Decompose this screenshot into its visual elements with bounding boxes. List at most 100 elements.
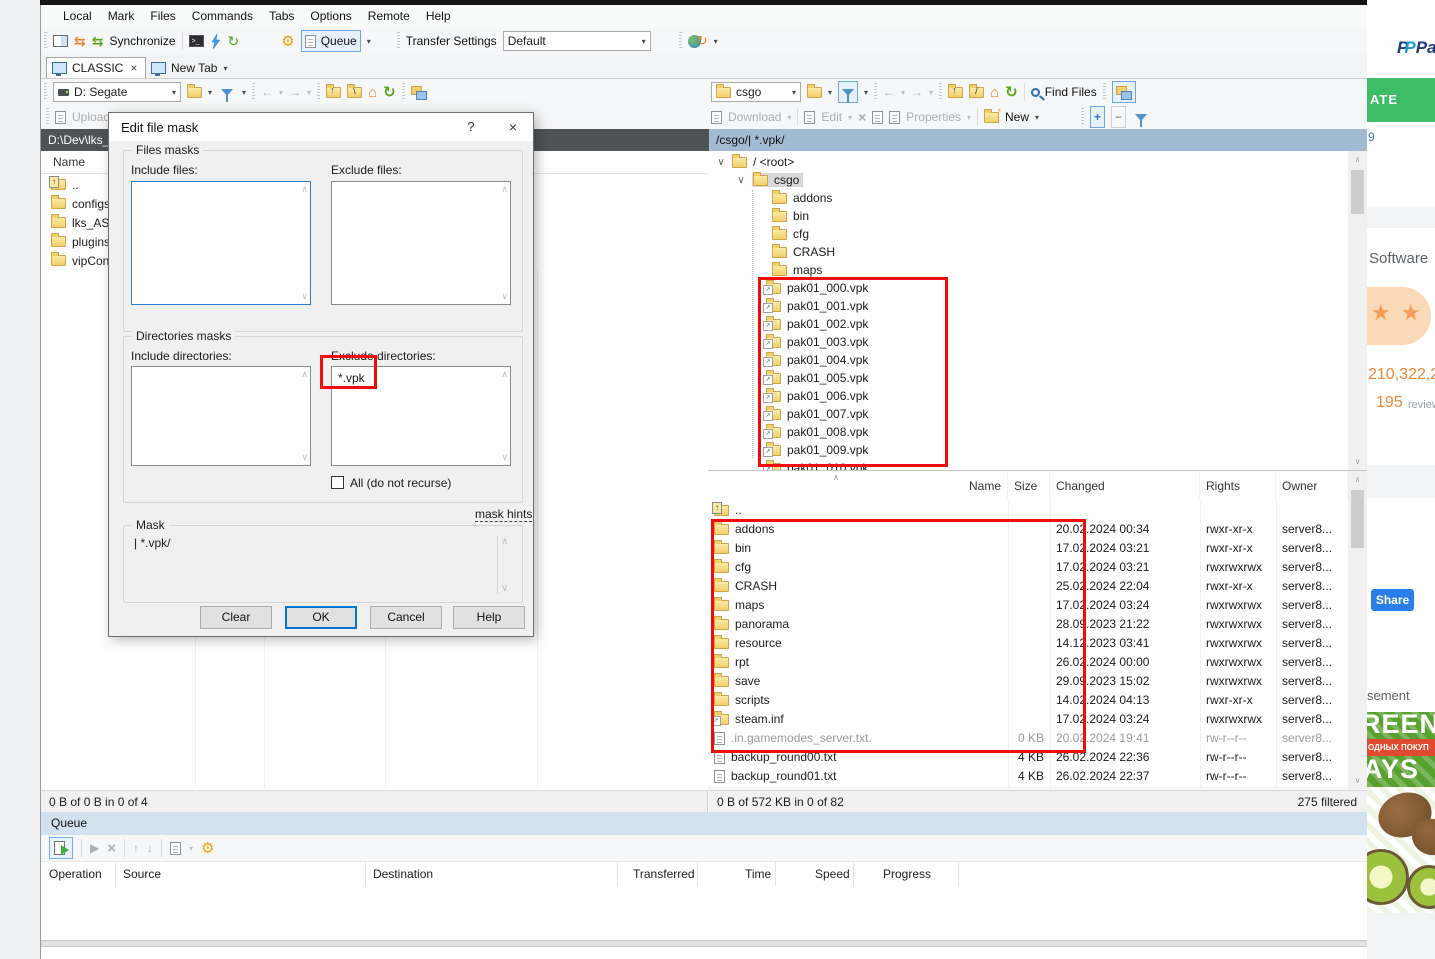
filter-dropdown[interactable]: ▾ — [242, 88, 246, 97]
column-header[interactable]: Changed — [1050, 471, 1200, 501]
menu-mark[interactable]: Mark — [100, 9, 143, 23]
column-header[interactable]: Destination — [373, 862, 433, 886]
open-directory-dropdown[interactable]: ▾ — [828, 88, 832, 97]
edit-button[interactable]: Edit — [821, 110, 842, 124]
tree-expanded-icon[interactable]: ∨ — [736, 175, 746, 186]
column-header[interactable]: Source — [123, 862, 161, 886]
filter-button-left[interactable] — [218, 81, 236, 103]
tree-expanded-icon[interactable]: ∨ — [716, 157, 726, 168]
column-header[interactable]: Progress — [883, 862, 931, 886]
menu-local[interactable]: Local — [55, 9, 100, 23]
help-button[interactable]: Help — [453, 606, 525, 629]
scroll-down-icon[interactable]: ∨ — [501, 291, 508, 302]
dialog-help-icon[interactable]: ? — [453, 113, 489, 141]
queue-report-icon[interactable] — [170, 842, 181, 855]
queue-move-down-icon[interactable]: ↓ — [147, 841, 153, 855]
exclude-files-input[interactable]: ∧ ∨ — [331, 181, 511, 305]
column-header[interactable]: Rights — [1200, 471, 1276, 501]
scroll-up-icon[interactable]: ∧ — [1348, 471, 1367, 488]
filter-button-right-active[interactable] — [838, 81, 858, 103]
remote-directory-select[interactable]: csgo ▾ — [711, 82, 801, 102]
scroll-up-icon[interactable]: ∧ — [1348, 151, 1367, 168]
preferences-gear-icon[interactable]: ⚙ — [281, 32, 294, 50]
find-files-button[interactable]: Find Files — [1031, 85, 1097, 99]
refresh-session-icon[interactable]: ↻ — [228, 33, 240, 50]
select-mask-button[interactable] — [1132, 106, 1150, 128]
column-header[interactable]: Time — [745, 862, 771, 886]
scroll-down-icon[interactable]: ∨ — [501, 583, 508, 594]
tree-item-folder[interactable]: bin — [708, 207, 1348, 225]
queue-column-headers[interactable]: OperationSourceDestinationTransferredTim… — [41, 862, 1367, 887]
add-filter-button[interactable]: + — [1090, 106, 1105, 128]
mask-hints-link[interactable]: mask hints — [475, 507, 532, 522]
menu-help[interactable]: Help — [418, 9, 459, 23]
close-icon[interactable]: × — [495, 113, 531, 141]
forward-dropdown[interactable]: ▾ — [929, 88, 933, 97]
copy-session-icon[interactable] — [411, 86, 427, 99]
filter-dropdown[interactable]: ▾ — [864, 88, 868, 97]
table-row[interactable]: backup_round01.txt 4 KB 26.02.2024 22:37… — [708, 767, 1348, 786]
menu-remote[interactable]: Remote — [360, 9, 418, 23]
menu-tabs[interactable]: Tabs — [261, 9, 302, 23]
root-directory-icon[interactable]: / — [969, 87, 984, 98]
refresh-icon[interactable]: ↻ — [383, 83, 396, 101]
refresh-icon[interactable]: ↻ — [1005, 83, 1018, 101]
queue-panel-title[interactable]: Queue — [41, 812, 1367, 835]
edit-dropdown[interactable]: ▾ — [848, 113, 852, 122]
drive-select[interactable]: D: Segate ▾ — [53, 82, 181, 102]
home-directory-icon[interactable]: ⌂ — [368, 84, 377, 101]
tree-item-folder[interactable]: addons — [708, 189, 1348, 207]
parent-directory-icon[interactable]: ↑ — [326, 87, 341, 98]
tree-item-root[interactable]: ∨ / <root> — [708, 153, 1348, 171]
scroll-down-icon[interactable]: ∨ — [301, 452, 308, 463]
mask-value-area[interactable]: | *.vpk/ ∧ ∨ — [134, 536, 512, 594]
remove-filter-button[interactable]: − — [1111, 106, 1126, 128]
synchronize-button[interactable]: Synchronize — [109, 34, 175, 48]
column-header[interactable]: Transferred — [633, 862, 695, 886]
new-tab-dropdown[interactable]: ▾ — [223, 64, 227, 73]
panels-icon[interactable] — [53, 35, 68, 47]
queue-report-dropdown[interactable]: ▾ — [189, 844, 193, 853]
all-do-not-recurse-checkbox[interactable] — [331, 476, 344, 489]
tree-item-csgo-selected[interactable]: ∨ csgo — [708, 171, 1348, 189]
scrollbar-thumb[interactable] — [1351, 490, 1364, 548]
tree-item-folder[interactable]: CRASH — [708, 243, 1348, 261]
delete-icon[interactable]: × — [858, 109, 866, 125]
rename-icon[interactable] — [872, 111, 883, 124]
tree-scrollbar[interactable]: ∧ ∨ — [1348, 151, 1367, 470]
properties-button[interactable]: Properties — [906, 110, 961, 124]
queue-delete-icon[interactable]: × — [107, 840, 116, 857]
column-header[interactable]: Owner — [1276, 471, 1348, 501]
open-directory-dropdown[interactable]: ▾ — [208, 88, 212, 97]
scroll-down-icon[interactable]: ∨ — [1348, 453, 1367, 470]
transfer-settings-select[interactable]: Default ▾ — [503, 31, 651, 51]
scroll-up-icon[interactable]: ∧ — [501, 369, 508, 380]
scrollbar-thumb[interactable] — [1351, 170, 1364, 214]
menu-options[interactable]: Options — [302, 9, 359, 23]
queue-resume-icon[interactable]: ▶ — [90, 841, 99, 855]
back-dropdown[interactable]: ▾ — [279, 88, 283, 97]
menu-files[interactable]: Files — [142, 9, 183, 23]
menu-commands[interactable]: Commands — [184, 9, 261, 23]
column-header[interactable]: Speed — [815, 862, 850, 886]
scroll-down-icon[interactable]: ∨ — [1348, 772, 1367, 789]
tab-classic[interactable]: CLASSIC × — [46, 57, 146, 78]
tab-new-tab[interactable]: New Tab ▾ — [147, 58, 228, 78]
scroll-down-icon[interactable]: ∨ — [301, 291, 308, 302]
scroll-up-icon[interactable]: ∧ — [301, 184, 308, 195]
parent-directory-icon[interactable]: ↑ — [948, 87, 963, 98]
include-directories-input[interactable]: ∧ ∨ — [131, 366, 311, 466]
upload-button[interactable]: Upload — [72, 110, 110, 124]
sync-transfer-icon[interactable]: ⇆ — [74, 33, 86, 50]
download-dropdown[interactable]: ▾ — [787, 113, 791, 122]
lightning-icon[interactable] — [210, 34, 222, 49]
share-button[interactable]: Share — [1371, 589, 1414, 611]
tree-item-folder[interactable]: cfg — [708, 225, 1348, 243]
queue-preferences-icon[interactable]: ⚙ — [201, 839, 214, 857]
new-dropdown[interactable]: ▾ — [1035, 113, 1039, 122]
scroll-up-icon[interactable]: ∧ — [501, 536, 508, 547]
back-dropdown[interactable]: ▾ — [901, 88, 905, 97]
sync-folders-icon[interactable]: ⇆ — [92, 33, 104, 50]
session-dropdown[interactable]: ▾ — [714, 37, 718, 46]
back-icon[interactable]: ← — [883, 85, 895, 99]
